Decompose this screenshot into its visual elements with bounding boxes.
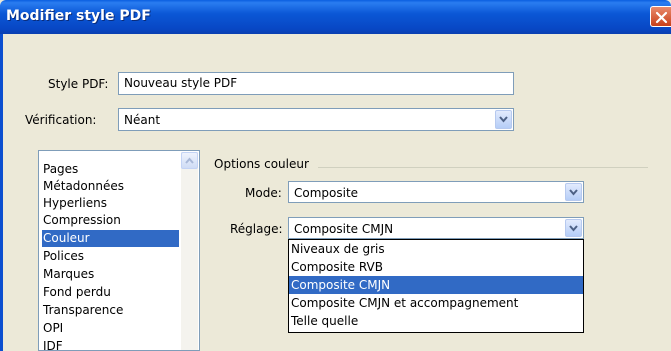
list-item-metadonnees[interactable]: Métadonnées bbox=[42, 178, 179, 195]
section-list[interactable]: Pages Métadonnées Hyperliens Compression… bbox=[38, 150, 200, 351]
verification-dropdown-button[interactable] bbox=[495, 110, 512, 129]
chevron-down-icon bbox=[499, 116, 508, 123]
dropdown-option-composite-cmjn[interactable]: Composite CMJN bbox=[289, 276, 583, 294]
reglage-label: Réglage: bbox=[230, 222, 283, 236]
style-pdf-label: Style PDF: bbox=[48, 77, 109, 91]
reglage-dropdown-list[interactable]: Niveaux de gris Composite RVB Composite … bbox=[288, 239, 584, 333]
mode-value: Composite bbox=[294, 186, 359, 200]
window-frame bbox=[0, 34, 3, 351]
scroll-up-button[interactable] bbox=[181, 152, 198, 169]
title-bar[interactable]: Modifier style PDF bbox=[0, 0, 671, 34]
list-item-marques[interactable]: Marques bbox=[42, 266, 179, 283]
mode-select[interactable]: Composite bbox=[288, 181, 584, 203]
list-item-compression[interactable]: Compression bbox=[42, 212, 179, 229]
reglage-select[interactable]: Composite CMJN bbox=[288, 217, 584, 239]
verification-label: Vérification: bbox=[25, 113, 97, 127]
list-item-jdf[interactable]: JDF bbox=[42, 338, 179, 350]
list-item-pages[interactable]: Pages bbox=[42, 161, 179, 178]
dropdown-option-composite-rvb[interactable]: Composite RVB bbox=[289, 258, 583, 276]
style-pdf-field[interactable]: Nouveau style PDF bbox=[118, 72, 514, 95]
dropdown-option-niveaux-de-gris[interactable]: Niveaux de gris bbox=[289, 240, 583, 258]
list-item-fond-perdu[interactable]: Fond perdu bbox=[42, 284, 179, 301]
options-couleur-group-label: Options couleur bbox=[214, 157, 309, 171]
group-divider bbox=[318, 167, 648, 168]
dropdown-option-composite-cmjn-accompagnement[interactable]: Composite CMJN et accompagnement bbox=[289, 294, 583, 312]
list-item-opi[interactable]: OPI bbox=[42, 320, 179, 337]
reglage-dropdown-button[interactable] bbox=[565, 219, 582, 237]
verification-value: Néant bbox=[124, 113, 161, 127]
close-icon bbox=[655, 11, 668, 24]
list-item-couleur[interactable]: Couleur bbox=[42, 230, 179, 247]
mode-dropdown-button[interactable] bbox=[565, 183, 582, 201]
list-scrollbar[interactable] bbox=[181, 152, 198, 350]
dropdown-option-telle-quelle[interactable]: Telle quelle bbox=[289, 312, 583, 330]
verification-select[interactable]: Néant bbox=[118, 108, 514, 131]
scroll-up-icon bbox=[185, 157, 194, 164]
chevron-down-icon bbox=[569, 225, 578, 232]
list-item-polices[interactable]: Polices bbox=[42, 248, 179, 265]
mode-label: Mode: bbox=[245, 186, 282, 200]
window-title: Modifier style PDF bbox=[6, 8, 151, 24]
close-button[interactable] bbox=[650, 6, 671, 27]
reglage-value: Composite CMJN bbox=[294, 222, 394, 236]
chevron-down-icon bbox=[569, 189, 578, 196]
list-item-hyperliens[interactable]: Hyperliens bbox=[42, 195, 179, 212]
list-item-transparence[interactable]: Transparence bbox=[42, 302, 179, 319]
